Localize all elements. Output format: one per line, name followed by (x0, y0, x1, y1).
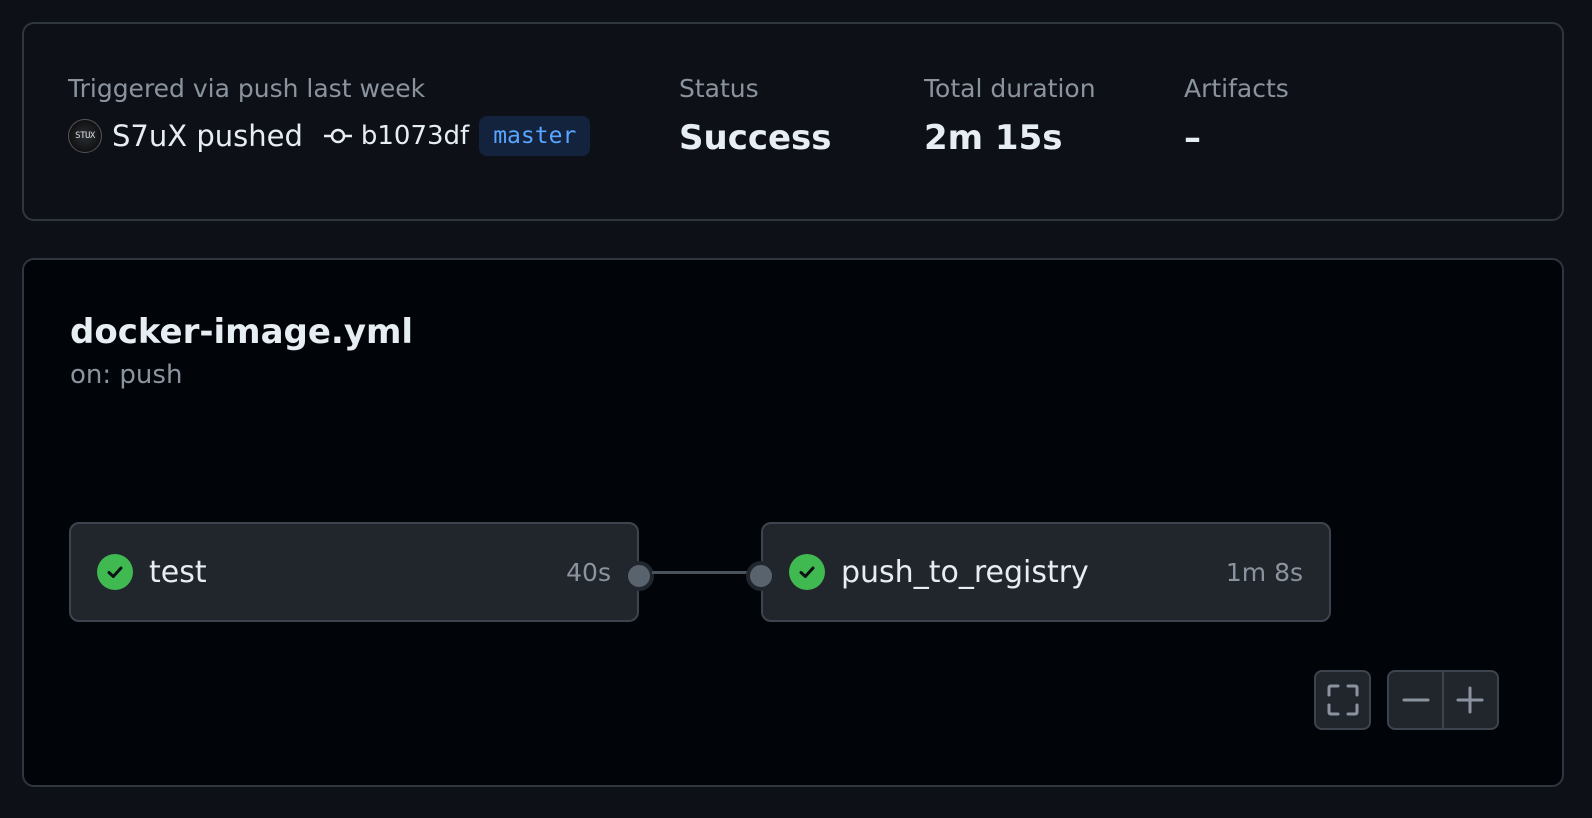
artifacts-value: – (1184, 118, 1201, 158)
branch-badge[interactable]: master (479, 116, 591, 156)
avatar[interactable]: STUX (68, 119, 102, 153)
zoom-out-button[interactable] (1389, 672, 1442, 728)
trigger-label: Triggered via push last week (68, 74, 426, 103)
duration-value: 2m 15s (924, 118, 1063, 158)
status-value: Success (679, 118, 832, 158)
job-node-push-to-registry[interactable]: push_to_registry 1m 8s (746, 522, 1331, 622)
zoom-controls (1387, 670, 1499, 730)
trigger-details: STUX S7uX pushed b1073df master (68, 114, 591, 158)
check-circle-icon (789, 554, 825, 590)
avatar-text: STUX (75, 131, 95, 141)
commit-sha-link[interactable]: b1073df (361, 121, 469, 151)
fullscreen-control (1314, 670, 1371, 730)
fullscreen-icon (1327, 684, 1358, 716)
job-duration: 1m 8s (1225, 557, 1303, 587)
git-commit-icon (323, 128, 352, 144)
job-output-port (624, 561, 654, 591)
artifacts-section: Artifacts – (1184, 74, 1289, 158)
minus-icon (1402, 698, 1430, 702)
run-summary-card: Triggered via push last week STUX S7uX p… (22, 22, 1564, 221)
actor-link[interactable]: S7uX pushed (112, 119, 303, 153)
duration-section: Total duration 2m 15s (924, 74, 1096, 158)
job-node-test[interactable]: test 40s (69, 522, 654, 622)
job-input-port (746, 561, 776, 591)
workflow-graph-panel: docker-image.yml on: push test 40s push_… (22, 258, 1564, 787)
workflow-trigger: on: push (70, 360, 183, 390)
job-name: test (149, 554, 207, 590)
workflow-file-title[interactable]: docker-image.yml (70, 312, 413, 352)
fullscreen-button[interactable] (1316, 672, 1369, 728)
job-duration: 40s (566, 557, 611, 587)
duration-label: Total duration (924, 74, 1096, 103)
artifacts-label: Artifacts (1184, 74, 1289, 103)
status-section: Status Success (679, 74, 832, 158)
check-circle-icon (97, 554, 133, 590)
status-label: Status (679, 74, 759, 103)
zoom-in-button[interactable] (1444, 672, 1497, 728)
job-name: push_to_registry (841, 554, 1089, 590)
plus-icon (1456, 686, 1484, 714)
trigger-section: Triggered via push last week STUX S7uX p… (68, 74, 591, 156)
